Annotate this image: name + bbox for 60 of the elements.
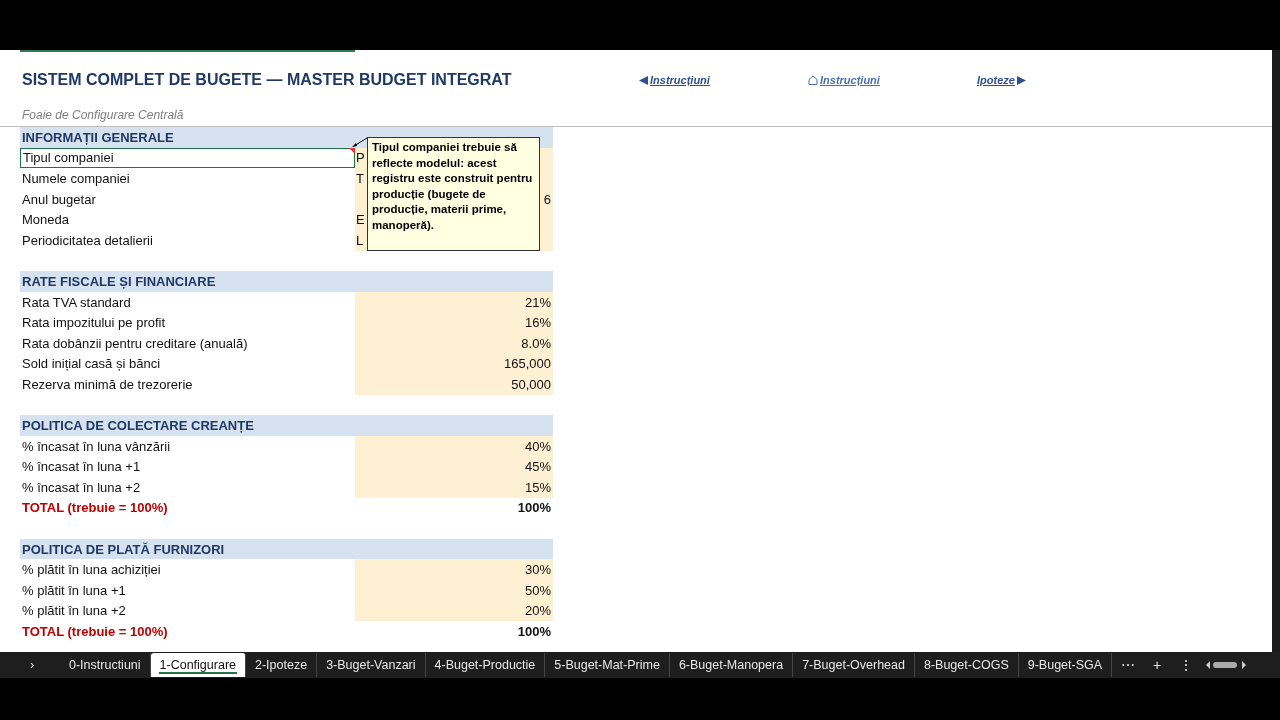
value-cell[interactable]: 30% — [355, 559, 553, 581]
nav-link[interactable]: Instrucțiuni — [808, 74, 880, 86]
label-cell[interactable]: Rezerva minimă de trezorerie — [20, 374, 355, 395]
sheet-tab[interactable]: 9-Buget-SGA — [1018, 653, 1113, 677]
value-cell[interactable]: 50% — [355, 580, 553, 601]
more-tabs-button[interactable]: ⋯ — [1112, 657, 1145, 673]
add-sheet-button[interactable]: + — [1144, 657, 1171, 673]
label-cell[interactable]: Sold inițial casă și bănci — [20, 353, 355, 375]
label-cell[interactable]: % plătit în luna +1 — [20, 580, 355, 601]
sheet-subtitle: Foaie de Configurare Centrală — [21, 108, 185, 124]
sheet-tab[interactable]: 6-Buget-Manopera — [669, 653, 794, 677]
sheet-tab[interactable]: 1-Configurare — [150, 653, 246, 677]
value-cell[interactable]: 45% — [355, 456, 553, 478]
label-cell[interactable]: TOTAL (trebuie = 100%) — [20, 621, 355, 642]
section-header: POLITICA DE COLECTARE CREANȚE — [20, 415, 553, 436]
sheet-tab[interactable]: 8-Buget-COGS — [914, 653, 1019, 677]
scroll-tabs-button[interactable]: › — [0, 658, 60, 672]
options-button[interactable]: ⋮ — [1170, 657, 1203, 673]
label-cell[interactable]: Rata impozitului pe profit — [20, 312, 355, 333]
sheet-tab[interactable]: 0-Instructiuni — [60, 653, 151, 677]
comment-tooltip: Tipul companiei trebuie să reflecte modelul: acest registru este construit pentru producție (bugete de producție, materii prime, manoperă). — [367, 137, 540, 251]
label-cell[interactable]: % plătit în luna achiziției — [20, 559, 355, 581]
value-cell[interactable]: 100% — [355, 621, 553, 642]
value-cell[interactable]: 8.0% — [355, 332, 553, 354]
value-cell[interactable]: 40% — [355, 435, 553, 457]
section-header: POLITICA DE PLATĂ FURNIZORI — [20, 538, 553, 560]
label-cell[interactable]: % încasat în luna vânzării — [20, 435, 355, 457]
right-triangle-icon — [1016, 75, 1026, 85]
label-cell[interactable]: % încasat în luna +2 — [20, 477, 355, 498]
label-cell[interactable]: % încasat în luna +1 — [20, 456, 355, 478]
nav-link[interactable]: Ipoteze — [977, 74, 1026, 86]
value-cell[interactable]: 165,000 — [355, 353, 553, 375]
sheet-tab[interactable]: 3-Buget-Vanzari — [317, 653, 426, 677]
nav-link[interactable]: Instrucțiuni — [639, 74, 710, 86]
label-cell[interactable]: TOTAL (trebuie = 100%) — [20, 497, 355, 519]
sheet-tab[interactable]: 5-Buget-Mat-Prime — [545, 653, 670, 677]
leader-line — [352, 137, 368, 147]
label-cell[interactable]: Rata TVA standard — [20, 291, 355, 313]
label-cell[interactable]: Tipul companiei — [20, 147, 355, 169]
label-cell[interactable]: Periodicitatea detalierii — [20, 229, 355, 251]
sheet-title: SISTEM COMPLET DE BUGETE — MASTER BUDGET INTEGRAT — [22, 71, 512, 89]
value-cell[interactable]: 100% — [355, 497, 553, 519]
label-cell[interactable]: Anul bugetar — [20, 188, 355, 210]
home-icon — [808, 75, 818, 85]
value-cell[interactable]: 20% — [355, 600, 553, 622]
vertical-scrollbar[interactable] — [1272, 50, 1280, 652]
sheet-tab[interactable]: 2-Ipoteze — [246, 653, 318, 677]
value-cell[interactable]: 16% — [355, 312, 553, 333]
label-cell[interactable]: % plătit în luna +2 — [20, 600, 355, 622]
label-cell[interactable]: Rata dobânzii pentru creditare (anuală) — [20, 332, 355, 354]
section-header: RATE FISCALE ȘI FINANCIARE — [20, 271, 553, 292]
horizontal-scrollbar[interactable] — [1206, 660, 1247, 670]
value-cell[interactable]: 21% — [355, 291, 553, 313]
value-cell[interactable]: 15% — [355, 477, 553, 498]
sheet-tab[interactable]: 7-Buget-Overhead — [793, 653, 915, 677]
label-cell[interactable]: Moneda — [20, 209, 355, 230]
label-cell[interactable]: Numele companiei — [20, 168, 355, 189]
value-cell[interactable]: 50,000 — [355, 374, 553, 395]
sheet-tab[interactable]: 4-Buget-Productie — [425, 653, 546, 677]
left-triangle-icon — [639, 75, 648, 85]
